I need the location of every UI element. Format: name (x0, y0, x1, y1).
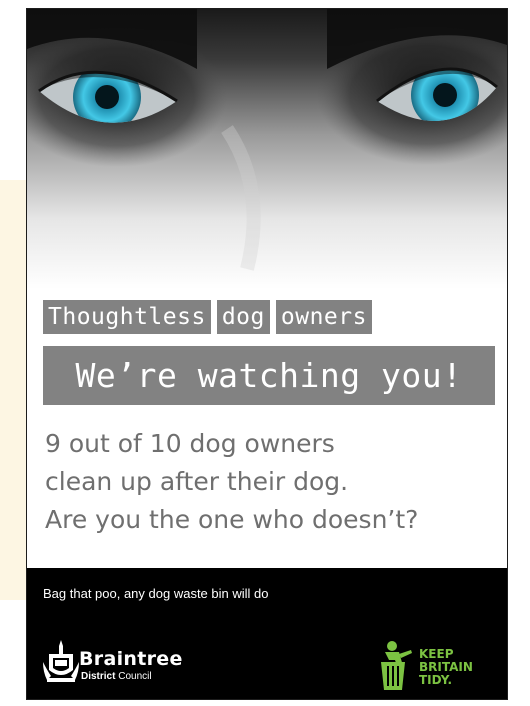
headline: We’re watching you! (43, 346, 495, 405)
council-subtitle: District Council (81, 671, 152, 682)
stat-text: 9 out of 10 dog owners clean up after th… (45, 425, 495, 539)
stat-line: clean up after their dog. (45, 467, 349, 496)
braintree-council-logo: Braintree District Council (43, 638, 223, 688)
poster: Thoughtless dog owners We’re watching yo… (26, 8, 508, 700)
kbt-text: KEEP BRITAIN TIDY. (419, 648, 473, 687)
tagline-word: dog (216, 300, 270, 334)
footer-slogan: Bag that poo, any dog waste bin will do (43, 586, 269, 601)
tagline: Thoughtless dog owners (43, 300, 372, 334)
kbt-line: TIDY. (419, 673, 452, 687)
council-crest-icon (43, 640, 79, 690)
tagline-word: owners (275, 300, 372, 334)
side-panel (0, 180, 26, 600)
keep-britain-tidy-logo: KEEP BRITAIN TIDY. (375, 640, 491, 692)
council-sub-rest: Council (115, 671, 152, 682)
eyes-photo (27, 9, 507, 289)
council-sub-bold: District (81, 671, 116, 682)
council-name: Braintree (79, 648, 183, 670)
stat-line: Are you the one who doesn’t? (45, 505, 419, 534)
stat-line: 9 out of 10 dog owners (45, 429, 335, 458)
litter-bin-figure-icon (375, 640, 417, 696)
tagline-word: Thoughtless (43, 300, 211, 334)
footer-band: Bag that poo, any dog waste bin will do … (27, 568, 507, 699)
